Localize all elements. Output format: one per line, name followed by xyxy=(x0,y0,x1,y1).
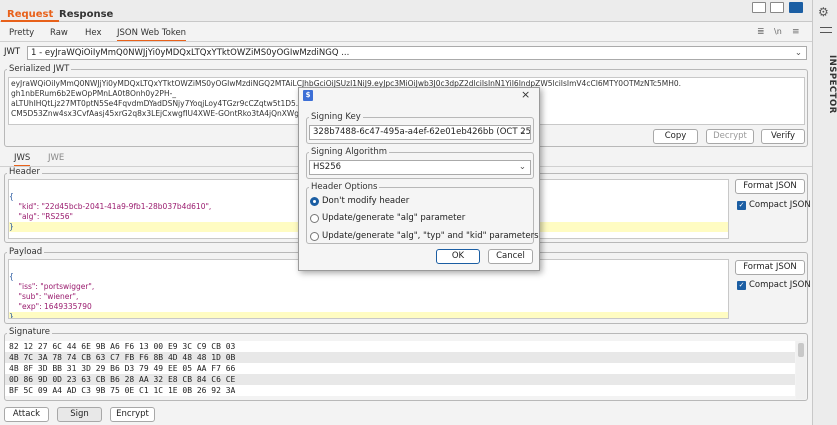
hex-row: 0D 86 9D 0D 23 63 CB B6 28 AA 32 E8 CB 8… xyxy=(5,374,795,385)
layout-split-vertical-icon[interactable] xyxy=(770,2,784,13)
hex-row: 4B 7C 3A 78 74 CB 63 C7 FB F6 8B 4D 48 4… xyxy=(5,352,795,363)
options-menu-icon[interactable]: ≡ xyxy=(792,27,800,37)
signature-scrollbar[interactable] xyxy=(796,341,806,399)
sign-button[interactable]: Sign xyxy=(57,407,102,422)
header-options-label: Header Options xyxy=(309,182,380,192)
close-icon[interactable]: × xyxy=(521,88,530,101)
chevron-down-icon: ⌄ xyxy=(518,127,526,137)
json-line: { xyxy=(9,272,728,282)
chevron-down-icon: ⌄ xyxy=(794,48,802,58)
payload-compact-label: Compact JSON xyxy=(749,280,811,290)
option-update-alg-radio[interactable] xyxy=(310,214,319,223)
json-line: } xyxy=(9,312,728,318)
payload-title: Payload xyxy=(7,247,45,257)
encrypt-button[interactable]: Encrypt xyxy=(110,407,155,422)
jwt-label: JWT xyxy=(4,47,21,57)
verify-button[interactable]: Verify xyxy=(761,129,805,144)
attack-button[interactable]: Attack xyxy=(4,407,49,422)
option-update-alg-label: Update/generate "alg" parameter xyxy=(322,213,466,223)
signature-hex-table[interactable]: 82 12 27 6C 44 6E 9B A6 F6 13 00 E9 3C C… xyxy=(5,341,795,399)
subtab-raw[interactable]: Raw xyxy=(50,28,68,38)
newline-icon[interactable]: \n xyxy=(774,27,782,36)
layout-split-horizontal-icon[interactable] xyxy=(752,2,766,13)
jwt-select[interactable]: 1 - eyJraWQiOiIyMmQ0NWJjYi0yMDQxLTQxYTkt… xyxy=(27,46,807,60)
header-format-json-button[interactable]: Format JSON xyxy=(735,179,805,194)
json-line: "iss": "portswigger", xyxy=(9,282,728,292)
ok-button[interactable]: OK xyxy=(436,249,480,264)
divider xyxy=(0,41,812,42)
signing-algorithm-value: HS256 xyxy=(313,162,342,172)
tab-jws[interactable]: JWS xyxy=(14,153,31,167)
copy-button[interactable]: Copy xyxy=(653,129,698,144)
json-line: "exp": 1649335790 xyxy=(9,302,728,312)
tab-request[interactable]: Request xyxy=(1,7,60,22)
option-update-all-radio[interactable] xyxy=(310,232,319,241)
payload-format-json-button[interactable]: Format JSON xyxy=(735,260,805,275)
top-tab-bar xyxy=(0,0,812,22)
option-update-all-label: Update/generate "alg", "typ" and "kid" p… xyxy=(322,231,539,241)
header-title: Header xyxy=(7,167,42,177)
signing-key-select[interactable]: 328b7488-6c47-495a-a4ef-62e01eb426bb (OC… xyxy=(309,125,531,140)
signing-key-value: 328b7488-6c47-495a-a4ef-62e01eb426bb (OC… xyxy=(313,127,531,137)
decrypt-button[interactable]: Decrypt xyxy=(706,129,754,144)
hex-row: 82 12 27 6C 44 6E 9B A6 F6 13 00 E9 3C C… xyxy=(5,341,795,352)
gear-icon[interactable]: ⚙ xyxy=(818,5,829,19)
hex-row: BF 5C 09 A4 AD C3 9B 75 0E C1 1C 1E 0B 2… xyxy=(5,385,795,396)
tab-jwe[interactable]: JWE xyxy=(48,153,64,163)
header-compact-checkbox[interactable]: ✓ xyxy=(737,201,746,210)
payload-compact-checkbox[interactable]: ✓ xyxy=(737,281,746,290)
header-compact-label: Compact JSON xyxy=(749,200,811,210)
subtab-json-web-token[interactable]: JSON Web Token xyxy=(117,28,187,42)
subtab-hex[interactable]: Hex xyxy=(85,28,102,38)
option-dont-modify-radio[interactable] xyxy=(310,197,319,206)
inspector-label[interactable]: INSPECTOR xyxy=(817,55,837,135)
tab-response[interactable]: Response xyxy=(53,7,119,22)
signing-algorithm-label: Signing Algorithm xyxy=(309,147,390,157)
cancel-button[interactable]: Cancel xyxy=(488,249,533,264)
option-dont-modify-label: Don't modify header xyxy=(322,196,410,206)
menu-lines-icon[interactable] xyxy=(820,27,832,33)
signing-algorithm-select[interactable]: HS256 ⌄ xyxy=(309,160,531,175)
wrap-icon[interactable]: ≣ xyxy=(757,27,765,37)
jwt-select-value: 1 - eyJraWQiOiIyMmQ0NWJjYi0yMDQxLTQxYTkt… xyxy=(31,48,350,58)
app-logo-icon: $ xyxy=(303,90,313,101)
subtab-pretty[interactable]: Pretty xyxy=(9,28,34,38)
json-line: "sub": "wiener", xyxy=(9,292,728,302)
serialized-jwt-title: Serialized JWT xyxy=(7,64,72,74)
layout-tabs-icon[interactable] xyxy=(789,2,803,13)
signing-key-label: Signing Key xyxy=(309,112,363,122)
hex-row: 4B 8F 3D BB 31 3D 29 B6 D3 79 49 EE 05 A… xyxy=(5,363,795,374)
signature-title: Signature xyxy=(7,327,53,337)
chevron-down-icon: ⌄ xyxy=(518,162,526,172)
